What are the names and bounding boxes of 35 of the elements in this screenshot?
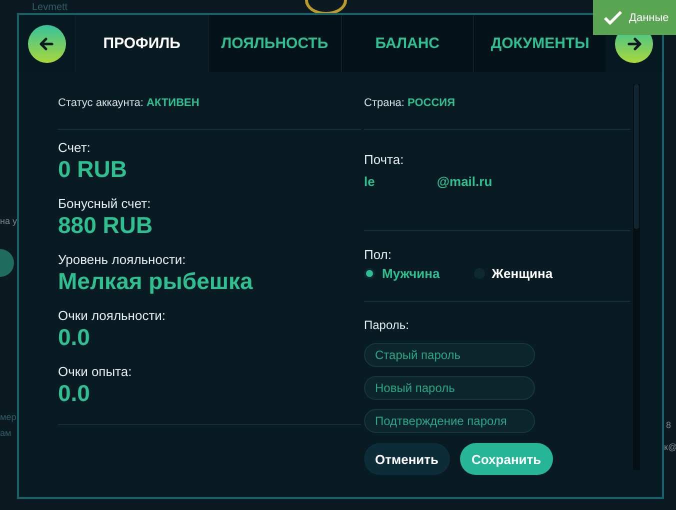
stat-value: 0 RUB xyxy=(58,155,128,183)
stat-value: 0.0 xyxy=(58,379,91,407)
background-text: к@ xyxy=(664,442,676,452)
checkmark-icon xyxy=(603,10,623,26)
stat-value: Мелкая рыбешка xyxy=(58,267,254,295)
stat-label: Очки лояльности: xyxy=(58,308,167,323)
stat-label: Бонусный счет: xyxy=(58,196,152,211)
stat-label: Очки опыта: xyxy=(58,364,133,379)
cancel-button[interactable]: Отменить xyxy=(364,443,450,475)
gender-label: Пол: xyxy=(364,247,392,262)
password-label: Пароль: xyxy=(364,318,410,332)
background-text: Levmett xyxy=(32,2,68,13)
scrollbar[interactable] xyxy=(633,84,640,470)
email-value: le xyxy=(364,174,375,189)
background-text: на у xyxy=(0,216,17,226)
background-text: мер xyxy=(0,412,16,422)
stat-value: 880 RUB xyxy=(58,211,154,239)
tab[interactable]: ПРОФИЛЬ xyxy=(75,15,208,72)
password-field[interactable]: Новый пароль xyxy=(364,376,535,400)
password-field[interactable]: Старый пароль xyxy=(364,343,535,367)
toast-text: Данные xyxy=(629,12,669,24)
background-text: 8 xyxy=(666,420,672,430)
status-line: Статус аккаунта: АКТИВЕН xyxy=(58,97,200,109)
stat-value: 0.0 xyxy=(58,323,91,351)
email-label: Почта: xyxy=(364,152,405,167)
gender-option[interactable]: Женщина xyxy=(474,266,553,281)
password-field[interactable]: Подтверждение пароля xyxy=(364,409,535,433)
email-domain: @mail.ru xyxy=(436,174,492,189)
stat-label: Счет: xyxy=(58,140,92,155)
previous-button[interactable] xyxy=(28,24,66,62)
country-line: Страна: РОССИЯ xyxy=(364,97,456,109)
gender-option[interactable]: Мужчина xyxy=(364,266,440,281)
stat-label: Уровень лояльности: xyxy=(58,252,187,267)
radio-button[interactable] xyxy=(364,268,375,279)
background-text: ам xyxy=(0,428,12,438)
